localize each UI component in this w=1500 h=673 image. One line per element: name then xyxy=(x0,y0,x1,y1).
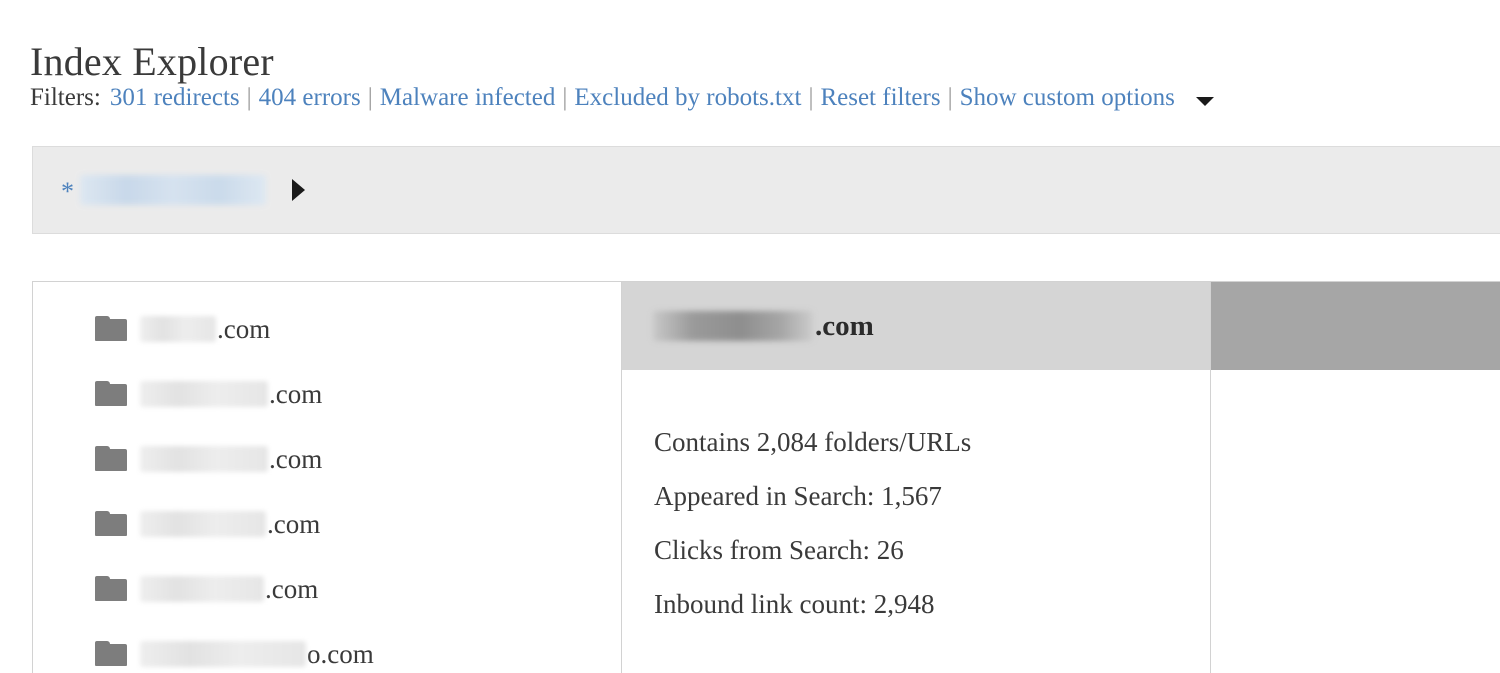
folder-domain-suffix: .com xyxy=(265,573,319,604)
folder-list-item-label: .com xyxy=(140,574,318,604)
folder-icon xyxy=(95,446,127,471)
filter-separator: | xyxy=(808,84,814,111)
filter-separator: | xyxy=(246,84,252,111)
folder-list-item-label: .com xyxy=(140,509,320,539)
redacted-domain xyxy=(140,510,266,537)
redacted-domain xyxy=(140,445,268,472)
triangle-right-icon[interactable] xyxy=(292,179,305,201)
detail-domain-suffix: .com xyxy=(815,309,874,342)
folder-list-item-label: .com xyxy=(140,444,322,474)
folder-icon xyxy=(95,511,127,536)
next-level-column-header xyxy=(1211,282,1500,370)
filters-label: Filters: xyxy=(30,84,101,111)
breadcrumb: * xyxy=(32,146,1500,234)
filter-link-reset-filters[interactable]: Reset filters xyxy=(820,82,940,114)
redacted-domain xyxy=(653,311,813,341)
folder-list-item[interactable]: .com xyxy=(33,426,621,491)
filter-bar: Filters: 301 redirects | 404 errors | Ma… xyxy=(30,82,1214,114)
filter-link-301-redirects[interactable]: 301 redirects xyxy=(110,82,240,114)
detail-header: .com xyxy=(622,282,1210,370)
redacted-domain xyxy=(140,380,268,407)
filter-separator: | xyxy=(562,84,568,111)
folder-list-item[interactable]: .com xyxy=(33,296,621,361)
stat-inbound-link-count: Inbound link count: 2,948 xyxy=(654,589,935,619)
folder-list-item-label: .com xyxy=(140,379,322,409)
redacted-domain xyxy=(140,640,306,667)
folder-list-item[interactable]: .com xyxy=(33,361,621,426)
folder-domain-suffix: .com xyxy=(269,378,323,409)
index-explorer-panel: .com .com .com .com .com o.com .com Cont… xyxy=(32,281,1500,673)
folder-icon xyxy=(95,641,127,666)
breadcrumb-root-item[interactable]: * xyxy=(33,175,305,205)
breadcrumb-star-icon: * xyxy=(61,177,74,206)
folder-list-item-label: o.com xyxy=(140,639,374,669)
folder-icon xyxy=(95,576,127,601)
redacted-domain xyxy=(140,315,216,342)
redacted-domain xyxy=(140,575,264,602)
detail-column: .com Contains 2,084 folders/URLs Appeare… xyxy=(622,282,1211,673)
stat-appeared-in-search: Appeared in Search: 1,567 xyxy=(654,481,942,511)
folder-list-item-label: .com xyxy=(140,314,270,344)
filter-separator: | xyxy=(367,84,373,111)
next-level-column-body xyxy=(1211,370,1500,673)
folder-domain-suffix: .com xyxy=(217,313,271,344)
next-level-column xyxy=(1211,282,1500,673)
breadcrumb-root-label-redacted xyxy=(80,175,266,205)
filter-link-show-custom-options[interactable]: Show custom options xyxy=(960,82,1175,114)
chevron-down-icon[interactable] xyxy=(1195,96,1214,106)
folder-list-item[interactable]: .com xyxy=(33,556,621,621)
folder-list-column: .com .com .com .com .com o.com xyxy=(33,282,622,673)
filter-separator: | xyxy=(947,84,953,111)
detail-stats-list: Contains 2,084 folders/URLs Appeared in … xyxy=(622,370,1210,631)
folder-domain-suffix: .com xyxy=(267,508,321,539)
filter-link-404-errors[interactable]: 404 errors xyxy=(259,82,361,114)
filter-link-malware-infected[interactable]: Malware infected xyxy=(380,82,556,114)
stat-contains-folders-urls: Contains 2,084 folders/URLs xyxy=(654,427,972,457)
folder-list-item[interactable]: .com xyxy=(33,491,621,556)
folder-domain-suffix: o.com xyxy=(307,638,374,669)
folder-list-item[interactable]: o.com xyxy=(33,621,621,673)
folder-icon xyxy=(95,316,127,341)
folder-domain-suffix: .com xyxy=(269,443,323,474)
folder-icon xyxy=(95,381,127,406)
stat-clicks-from-search: Clicks from Search: 26 xyxy=(654,535,904,565)
page-title: Index Explorer xyxy=(30,38,274,84)
filter-link-excluded-by-robots[interactable]: Excluded by robots.txt xyxy=(574,82,801,114)
